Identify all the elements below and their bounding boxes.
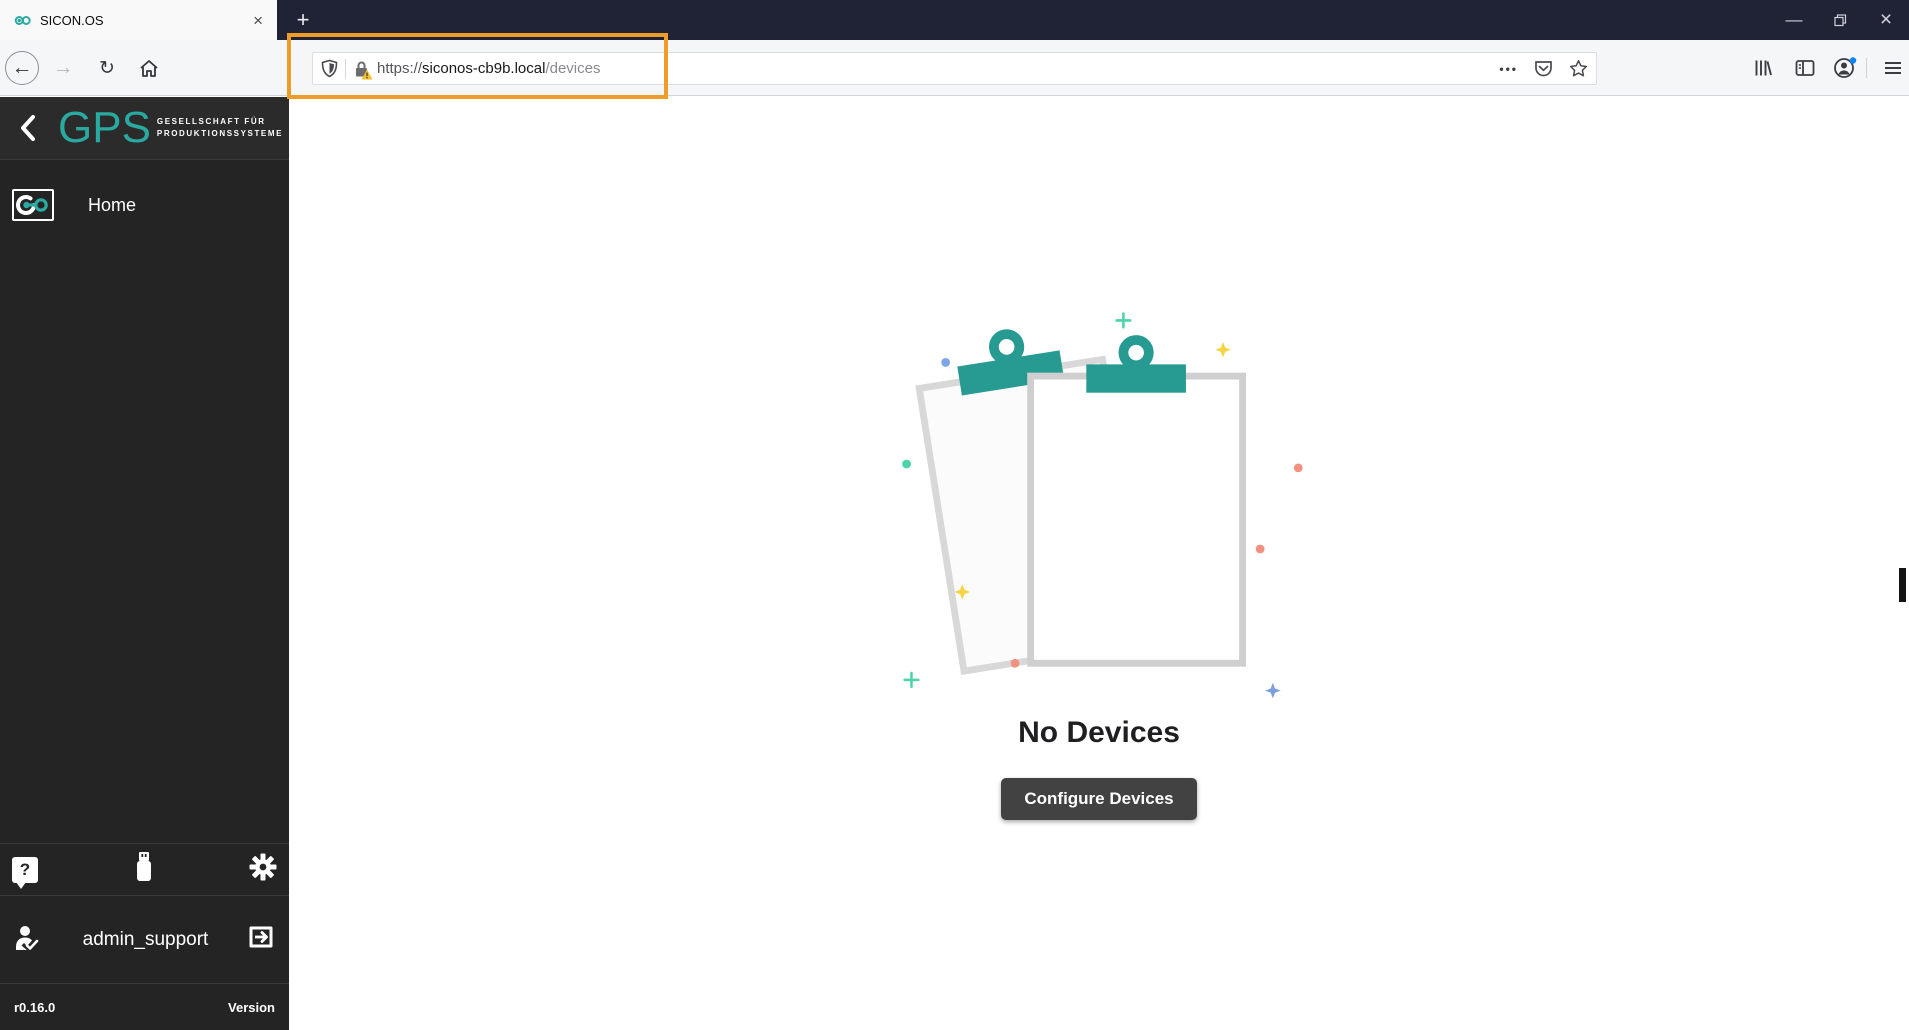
content-area: No Devices Configure Devices	[289, 97, 1909, 1030]
close-tab-icon[interactable]: ×	[249, 12, 267, 29]
help-icon[interactable]: ?	[12, 856, 38, 889]
sidebar-item-label: Home	[88, 194, 137, 215]
close-window-button[interactable]: ×	[1863, 0, 1909, 40]
urlbar-separator	[345, 58, 346, 79]
restore-icon	[1833, 13, 1846, 26]
version-value: r0.16.0	[14, 999, 56, 1015]
url-host: siconos-cb9b.local	[422, 60, 546, 77]
library-icon[interactable]	[1748, 55, 1778, 81]
sidebar-nav: Home	[0, 160, 289, 228]
account-icon[interactable]	[1830, 55, 1860, 81]
user-check-icon[interactable]	[14, 924, 44, 955]
siconos-logo-icon	[12, 189, 54, 221]
sidebar-user-row: admin_support	[0, 895, 289, 983]
url-bar[interactable]: https://siconos-cb9b.local/devices •••	[312, 52, 1597, 85]
gps-logo-tagline: GESELLSCHAFT FÜR PRODUKTIONSSYSTEME	[156, 117, 284, 138]
sidebar-item-home[interactable]: Home	[0, 182, 289, 228]
back-button[interactable]: ←	[5, 51, 39, 85]
minimize-button[interactable]: —	[1771, 0, 1817, 40]
sidebar-toggle-icon[interactable]	[1790, 55, 1820, 81]
url-scheme: https://	[377, 60, 423, 77]
sidebar-icon-row: ?	[0, 843, 289, 895]
home-icon	[140, 59, 158, 77]
version-label: Version	[228, 999, 275, 1015]
empty-clipboards-illustration	[902, 312, 1303, 699]
forward-button[interactable]: →	[46, 51, 80, 85]
insecure-lock-icon[interactable]	[354, 60, 373, 79]
sidebar-version-row: r0.16.0 Version	[0, 983, 289, 1030]
browser-navbar: ← → ↻ https://siconos-cb9b.local/devices…	[0, 40, 1909, 96]
username-label: admin_support	[82, 928, 209, 950]
browser-home-button[interactable]	[132, 51, 166, 85]
configure-devices-button[interactable]: Configure Devices	[1001, 778, 1197, 820]
window-controls: — ×	[1771, 0, 1909, 40]
usb-icon[interactable]	[133, 851, 155, 888]
url-path: /devices	[545, 60, 601, 77]
new-tab-button[interactable]: +	[286, 0, 320, 40]
siconos-favicon-icon	[14, 15, 31, 25]
scrollbar-mark[interactable]	[1899, 568, 1906, 602]
menu-hamburger-icon[interactable]	[1878, 55, 1908, 81]
page-actions-icon[interactable]: •••	[1499, 62, 1518, 76]
settings-gear-icon[interactable]	[249, 853, 277, 886]
url-text[interactable]: https://siconos-cb9b.local/devices	[377, 60, 600, 77]
collapse-chevron-icon[interactable]	[20, 115, 36, 141]
restore-button[interactable]	[1817, 0, 1863, 40]
reload-button[interactable]: ↻	[90, 51, 124, 85]
sidebar-header: GPS GESELLSCHAFT FÜR PRODUKTIONSSYSTEME	[0, 97, 289, 160]
gps-logo: GPS	[58, 103, 151, 152]
bookmark-star-icon[interactable]	[1569, 59, 1588, 78]
app-sidebar: GPS GESELLSCHAFT FÜR PRODUKTIONSSYSTEME …	[0, 97, 289, 1030]
browser-tab[interactable]: SICON.OS ×	[0, 0, 277, 40]
tab-title: SICON.OS	[40, 12, 104, 28]
tracking-shield-icon[interactable]	[321, 59, 338, 78]
pocket-icon[interactable]	[1534, 60, 1553, 78]
empty-state-title: No Devices	[1018, 716, 1180, 749]
logout-icon[interactable]	[247, 924, 275, 955]
browser-titlebar: SICON.OS × + — ×	[0, 0, 1909, 40]
toolbar-separator	[1866, 58, 1867, 78]
